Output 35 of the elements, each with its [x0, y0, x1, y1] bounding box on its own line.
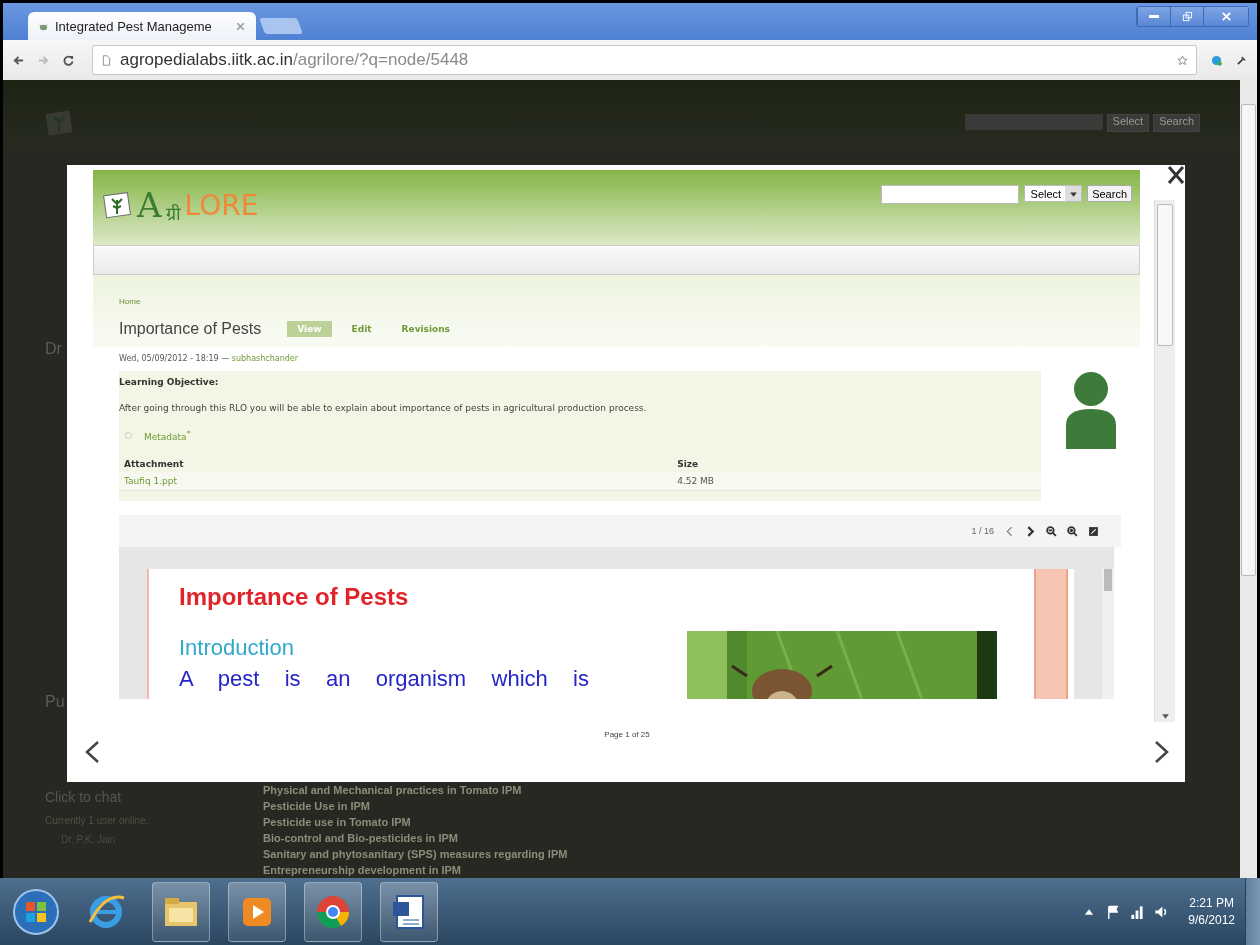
search-button[interactable]: Search — [1153, 114, 1200, 132]
select-dropdown[interactable]: Select — [1106, 114, 1150, 132]
table-cell[interactable]: Taufiq 1.ppt — [119, 472, 673, 491]
slide-subtitle: Introduction — [179, 635, 295, 661]
section-heading: Learning Objective: — [119, 376, 220, 387]
list-link[interactable]: Bio-control and Bio-pesticides in IPM — [263, 830, 568, 846]
slide-title: Importance of Pests — [179, 583, 410, 611]
objective-text: After going through this RLO you will be able to explain about importance of pests in agricultural production process. — [119, 403, 648, 413]
search-button[interactable]: Search — [1087, 185, 1132, 202]
browser-tab[interactable]: Integrated Pest Manageme — [28, 12, 256, 40]
tab[interactable]: Edit — [341, 321, 382, 337]
column-header: Attachment — [119, 456, 673, 472]
author-link[interactable]: subhashchander — [231, 354, 298, 363]
table-cell: 4.52 MB — [672, 472, 1041, 491]
page-counter: 1 / 16 — [971, 526, 994, 536]
list-link[interactable]: Physical and Mechanical practices in Tomato IPM — [263, 782, 568, 798]
page-indicator: Page 1 of 25 — [604, 730, 650, 739]
slide-text: A pest is an organism which is — [179, 667, 589, 691]
submitted-line: Wed, 05/09/2012 - 18:19 — subhashchander — [119, 353, 299, 365]
tab-title: Integrated Pest Manageme — [55, 18, 213, 34]
breadcrumb-link[interactable]: Home — [119, 297, 1140, 306]
select-dropdown[interactable]: Select — [1023, 185, 1083, 202]
clock[interactable]: 2:21 PM 9/6/2012 — [1188, 894, 1235, 929]
address-bar[interactable]: agropedialabs.iitk.ac.in/agrilore/?q=node/5448 — [92, 45, 1197, 75]
url-text: agropedialabs.iitk.ac.in/agrilore/?q=node/5448 — [120, 50, 470, 70]
list-link[interactable]: Pesticide use in Tomato IPM — [263, 814, 568, 830]
list-link[interactable]: Entrepreneurship development in IPM — [263, 862, 568, 878]
list-link[interactable]: Pesticide Use in IPM — [263, 798, 568, 814]
clock-date: 9/6/2012 — [1188, 911, 1235, 929]
page-title: Importance of Pests — [119, 320, 262, 338]
clock-time: 2:21 PM — [1189, 894, 1234, 912]
tab[interactable]: Revisions — [391, 321, 460, 337]
metadata-link[interactable]: Metadata$^{*}$ — [144, 429, 191, 442]
list-link[interactable]: Sanitary and phytosanitary (SPS) measures regarding IPM — [263, 846, 568, 862]
column-header: Size — [672, 456, 1041, 472]
